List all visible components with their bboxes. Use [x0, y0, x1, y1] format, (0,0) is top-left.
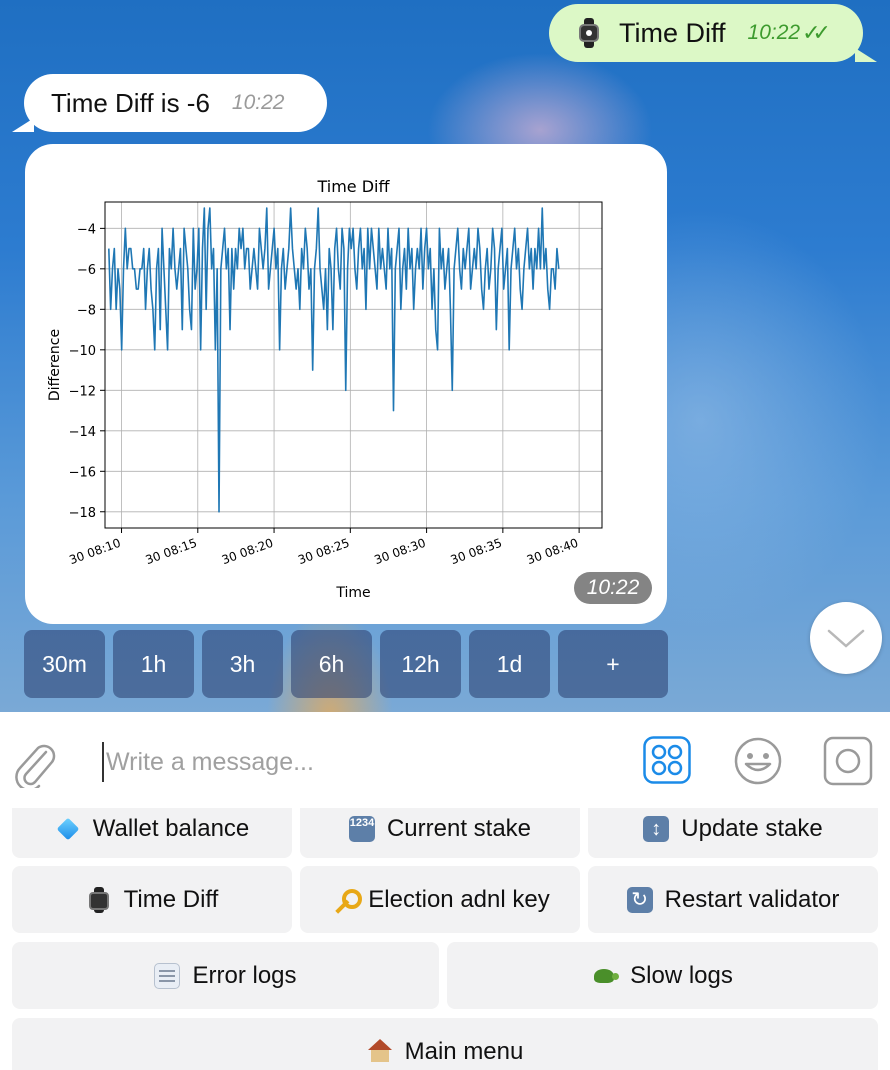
update-stake-button[interactable]: Update stake — [588, 808, 878, 858]
bot-keyboard-icon[interactable] — [643, 736, 691, 784]
read-ticks-icon: ✓✓ — [802, 20, 831, 45]
y-tick-label: −6 — [77, 263, 96, 278]
inline-button-30m[interactable]: 30m — [24, 630, 105, 698]
x-tick-label: 30 08:35 — [449, 536, 504, 568]
watch-icon — [579, 18, 599, 48]
outgoing-message-text: Time Diff — [619, 17, 726, 48]
time-diff-chart: −4 −6 −8 −10 −12 −14 −16 −18 30 08:10 30 08:15 30… — [47, 177, 603, 601]
reply-keyboard: Wallet balance 1234 Current stake Update… — [0, 808, 890, 1070]
error-logs-button[interactable]: Error logs — [12, 942, 439, 1009]
incoming-message-time: 10:22 — [231, 91, 285, 114]
x-tick-label: 30 08:40 — [525, 536, 580, 568]
chat-background: Time Diff 10:22 ✓✓ Time Diff is -6 10:22… — [0, 0, 890, 712]
photo-message-time: 10:22 — [574, 572, 652, 604]
y-tick-label: −14 — [69, 425, 96, 440]
incoming-message-text: Time Diff is -6 — [51, 87, 210, 118]
message-input[interactable] — [102, 742, 602, 782]
incoming-message[interactable]: Time Diff is -6 10:22 — [12, 74, 327, 132]
document-icon — [154, 962, 181, 989]
error-logs-label: Error logs — [192, 961, 297, 989]
wallet-balance-button[interactable]: Wallet balance — [12, 808, 292, 858]
update-stake-label: Update stake — [681, 815, 823, 842]
y-tick-label: −4 — [77, 222, 96, 237]
message-composer — [0, 712, 890, 808]
inline-button-1d[interactable]: 1d — [469, 630, 550, 698]
slow-logs-button[interactable]: Slow logs — [447, 942, 878, 1009]
main-menu-button[interactable]: Main menu — [12, 1018, 878, 1070]
current-stake-label: Current stake — [386, 815, 532, 842]
inline-button-12h[interactable]: 12h — [380, 630, 461, 698]
video-message-icon[interactable] — [823, 736, 873, 786]
wallet-balance-label: Wallet balance — [92, 815, 250, 842]
y-tick-label: −8 — [77, 303, 96, 318]
inline-button-1h[interactable]: 1h — [113, 630, 194, 698]
y-tick-label: −18 — [69, 506, 96, 521]
key-icon — [330, 887, 363, 913]
chevron-down-icon — [827, 629, 865, 648]
x-tick-label: 30 08:30 — [372, 536, 427, 568]
x-tick-label: 30 08:15 — [144, 536, 199, 568]
y-axis-label: Difference — [47, 329, 63, 401]
chart-image-message[interactable]: −4 −6 −8 −10 −12 −14 −16 −18 30 08:10 30 08:15 30… — [25, 144, 667, 624]
main-menu-label: Main menu — [404, 1038, 524, 1065]
time-diff-button[interactable]: Time Diff — [12, 866, 292, 933]
x-tick-label: 30 08:10 — [67, 536, 122, 568]
up-down-arrow-icon — [643, 816, 670, 842]
series-line — [108, 207, 560, 513]
y-tick-label: −10 — [69, 344, 96, 359]
inline-button-more[interactable]: + — [558, 630, 668, 698]
outgoing-message[interactable]: Time Diff 10:22 ✓✓ — [549, 4, 877, 62]
x-tick-label: 30 08:25 — [296, 536, 351, 568]
outgoing-message-time: 10:22 — [747, 21, 801, 44]
x-tick-label: 30 08:20 — [220, 536, 275, 568]
restart-validator-label: Restart validator — [664, 885, 840, 913]
restart-validator-button[interactable]: Restart validator — [588, 866, 878, 933]
election-adnl-key-label: Election adnl key — [368, 885, 550, 913]
house-icon — [367, 1038, 393, 1064]
y-tick-label: −16 — [69, 465, 96, 480]
emoji-icon[interactable] — [733, 736, 783, 786]
watch-icon — [86, 886, 112, 913]
x-axis-label: Time — [335, 585, 370, 601]
paperclip-icon[interactable] — [12, 738, 56, 788]
election-adnl-key-button[interactable]: Election adnl key — [300, 866, 580, 933]
inline-button-3h[interactable]: 3h — [202, 630, 283, 698]
turtle-icon — [592, 963, 620, 989]
restart-arrows-icon — [626, 886, 653, 913]
scroll-down-button[interactable] — [810, 602, 882, 674]
y-tick-label: −12 — [69, 384, 96, 399]
chart-title: Time Diff — [316, 177, 390, 196]
input-numbers-icon: 1234 — [348, 816, 375, 842]
time-diff-label: Time Diff — [123, 885, 219, 913]
slow-logs-label: Slow logs — [630, 961, 733, 989]
inline-button-6h[interactable]: 6h — [291, 630, 372, 698]
gem-icon — [55, 816, 81, 842]
current-stake-button[interactable]: 1234 Current stake — [300, 808, 580, 858]
